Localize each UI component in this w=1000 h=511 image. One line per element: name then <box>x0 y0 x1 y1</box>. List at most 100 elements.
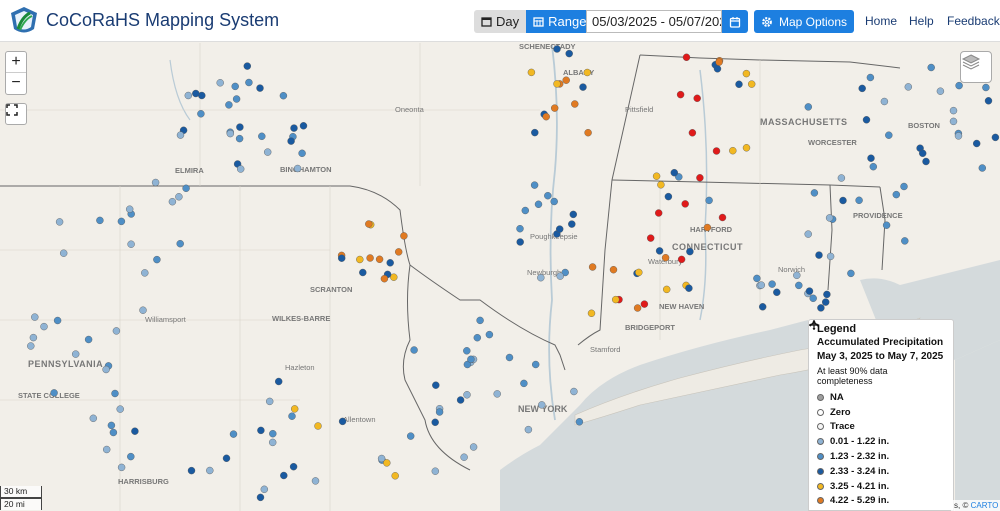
station-marker[interactable] <box>804 230 812 238</box>
station-marker[interactable] <box>901 237 909 245</box>
station-marker[interactable] <box>299 122 308 130</box>
station-marker[interactable] <box>505 353 514 362</box>
station-marker[interactable] <box>235 134 244 143</box>
station-marker[interactable] <box>516 238 524 246</box>
station-marker[interactable] <box>256 493 265 502</box>
station-marker[interactable] <box>640 300 649 308</box>
station-marker[interactable] <box>289 463 298 471</box>
station-marker[interactable] <box>955 81 963 90</box>
station-marker[interactable] <box>569 210 577 219</box>
station-marker[interactable] <box>520 379 528 388</box>
carto-link[interactable]: CARTO <box>971 501 999 510</box>
nav-home-link[interactable]: Home <box>865 14 897 28</box>
station-marker[interactable] <box>29 333 38 342</box>
station-marker[interactable] <box>112 327 121 335</box>
station-marker[interactable] <box>229 430 238 438</box>
station-marker[interactable] <box>463 347 471 355</box>
station-marker[interactable] <box>685 284 693 292</box>
station-marker[interactable] <box>677 255 686 264</box>
station-marker[interactable] <box>652 172 661 180</box>
station-marker[interactable] <box>705 196 713 205</box>
station-marker[interactable] <box>686 247 694 256</box>
station-marker[interactable] <box>141 269 149 277</box>
station-marker[interactable] <box>825 214 834 222</box>
station-marker[interactable] <box>226 129 235 138</box>
station-marker[interactable] <box>655 209 663 217</box>
station-marker[interactable] <box>386 259 394 267</box>
station-marker[interactable] <box>892 190 900 199</box>
station-marker[interactable] <box>407 432 415 440</box>
station-marker[interactable] <box>222 454 231 462</box>
station-marker[interactable] <box>84 335 93 344</box>
station-marker[interactable] <box>176 239 184 248</box>
station-marker[interactable] <box>131 427 139 435</box>
station-marker[interactable] <box>476 316 484 325</box>
station-marker[interactable] <box>537 274 545 282</box>
station-marker[interactable] <box>795 281 803 290</box>
station-marker[interactable] <box>400 232 408 240</box>
station-marker[interactable] <box>584 128 592 137</box>
station-marker[interactable] <box>467 355 475 363</box>
station-marker[interactable] <box>390 273 398 281</box>
station-marker[interactable] <box>544 191 552 200</box>
station-marker[interactable] <box>922 157 930 166</box>
station-marker[interactable] <box>338 254 346 262</box>
station-marker[interactable] <box>31 313 39 321</box>
station-marker[interactable] <box>612 295 620 304</box>
station-marker[interactable] <box>676 90 685 99</box>
station-marker[interactable] <box>571 100 579 108</box>
station-marker[interactable] <box>231 82 239 91</box>
station-marker[interactable] <box>718 213 727 222</box>
station-marker[interactable] <box>565 49 573 58</box>
station-marker[interactable] <box>55 218 64 226</box>
nav-feedback-link[interactable]: Feedback <box>947 14 1000 28</box>
station-marker[interactable] <box>793 271 801 279</box>
station-marker[interactable] <box>991 133 1000 142</box>
station-marker[interactable] <box>553 80 561 88</box>
station-marker[interactable] <box>365 220 373 228</box>
station-marker[interactable] <box>713 65 722 73</box>
nav-help-link[interactable]: Help <box>909 14 934 28</box>
station-marker[interactable] <box>40 322 48 331</box>
station-marker[interactable] <box>102 365 110 374</box>
station-marker[interactable] <box>232 95 241 103</box>
station-marker[interactable] <box>839 196 847 205</box>
station-marker[interactable] <box>377 454 386 463</box>
station-marker[interactable] <box>375 255 384 263</box>
station-marker[interactable] <box>117 463 126 472</box>
station-marker[interactable] <box>663 285 671 294</box>
range-button[interactable]: Range <box>526 10 594 33</box>
station-marker[interactable] <box>291 405 299 413</box>
station-marker[interactable] <box>288 412 296 420</box>
station-marker[interactable] <box>192 89 200 98</box>
station-marker[interactable] <box>670 168 678 177</box>
station-marker[interactable] <box>823 290 831 299</box>
station-marker[interactable] <box>869 162 877 171</box>
zoom-in-button[interactable]: + <box>6 52 26 73</box>
station-marker[interactable] <box>168 197 177 206</box>
station-marker[interactable] <box>542 112 550 121</box>
station-marker[interactable] <box>266 397 274 406</box>
station-marker[interactable] <box>804 103 812 111</box>
station-marker[interactable] <box>885 131 893 139</box>
station-marker[interactable] <box>463 391 471 399</box>
station-marker[interactable] <box>89 414 98 422</box>
station-marker[interactable] <box>866 73 875 82</box>
station-marker[interactable] <box>109 428 118 437</box>
station-marker[interactable] <box>257 426 265 435</box>
station-marker[interactable] <box>556 225 564 233</box>
station-marker[interactable] <box>256 84 264 92</box>
station-marker[interactable] <box>550 197 558 206</box>
station-marker[interactable] <box>60 249 68 257</box>
station-marker[interactable] <box>664 192 673 201</box>
cocorahs-logo-icon[interactable] <box>8 5 40 37</box>
station-marker[interactable] <box>431 418 439 426</box>
station-marker[interactable] <box>712 147 721 155</box>
station-marker[interactable] <box>530 181 539 189</box>
station-marker[interactable] <box>197 110 205 118</box>
station-marker[interactable] <box>275 377 283 386</box>
station-marker[interactable] <box>107 421 116 430</box>
station-marker[interactable] <box>527 68 536 77</box>
station-marker[interactable] <box>359 268 367 277</box>
station-marker[interactable] <box>927 63 935 72</box>
